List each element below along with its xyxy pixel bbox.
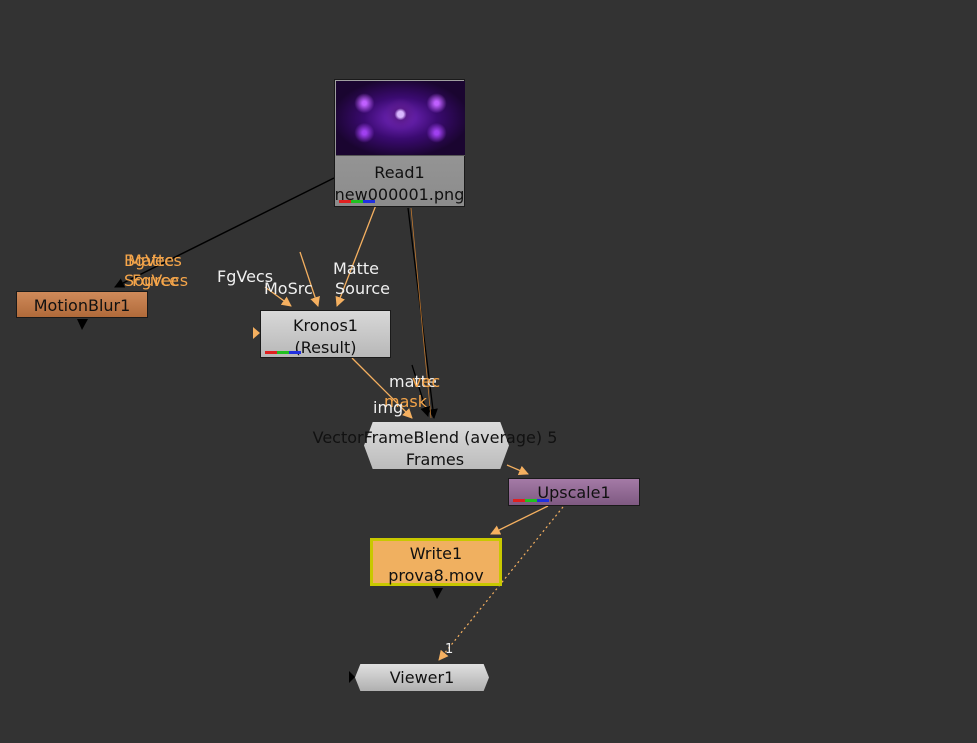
edge-label-fgvecs: FgVecs [132, 271, 189, 290]
viewer-input-arrow [349, 671, 355, 683]
edge-label-kronos-source: Source [335, 279, 390, 298]
edge-label-kronos-matte: Matte [333, 259, 379, 278]
kronos-node-name: Kronos1 [293, 316, 358, 335]
viewer-node-name: Viewer1 [389, 668, 455, 687]
motionblur-output-arrow [77, 319, 88, 330]
edge-label-kronos-mosrc: MoSrc [264, 279, 313, 298]
vectorframeblend-label: VectorFrameBlend (average) 5 Frames [300, 427, 570, 471]
edge-upscale-write[interactable] [490, 505, 549, 535]
upscale-node[interactable]: Upscale1 [508, 478, 640, 506]
channel-indicator [513, 499, 549, 502]
read-node[interactable]: Read1 new000001.png [334, 79, 465, 207]
write-node-name: Write1 [409, 544, 463, 563]
channel-indicator [339, 200, 375, 203]
write-node-file: prova8.mov [388, 566, 484, 585]
viewer-node[interactable]: Viewer1 [355, 664, 489, 691]
write-node[interactable]: Write1 prova8.mov [370, 538, 502, 586]
node-graph-edges [77, 177, 564, 683]
edge-label-vfb-img: img [373, 398, 404, 417]
read-node-name: Read1 [374, 163, 425, 182]
edge-label-vfb-vec: vec [412, 372, 441, 391]
motionblur-node[interactable]: MotionBlur1 [16, 291, 148, 318]
kronos-mask-input-arrow [253, 327, 260, 339]
kronos-node-sub: (Result) [294, 338, 357, 357]
write-output-arrow [432, 588, 443, 599]
motionblur-node-name: MotionBlur1 [33, 296, 131, 315]
vectorframeblend-node-name: VectorFrameBlend (average) [312, 428, 543, 447]
edge-label-viewer-input: 1 [445, 642, 454, 657]
channel-indicator [265, 351, 301, 354]
kronos-node[interactable]: Kronos1 (Result) [260, 310, 391, 358]
edge-label-matte: Matte [128, 251, 174, 270]
read-thumbnail [336, 81, 465, 156]
